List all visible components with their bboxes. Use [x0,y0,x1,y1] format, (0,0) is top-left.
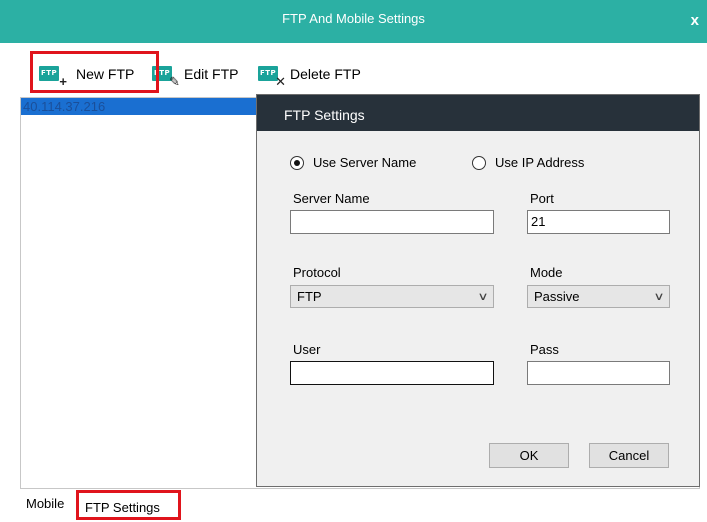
close-icon[interactable]: x [691,12,699,29]
ftp-settings-title: FTP Settings [257,95,699,131]
use-ip-address-label: Use IP Address [495,155,585,170]
protocol-value: FTP [297,289,322,304]
use-server-name-label: Use Server Name [313,155,417,170]
new-ftp-label: New FTP [76,66,135,82]
ftp-settings-panel: FTP Settings Use Server Name Use IP Addr… [256,94,700,487]
ftp-edit-icon: FTP ✎ [152,64,180,88]
title-bar: FTP And Mobile Settings x [0,0,707,43]
port-input[interactable]: 21 [527,210,670,234]
server-name-input[interactable] [290,210,494,234]
edit-ftp-button[interactable]: FTP ✎ Edit FTP [152,61,239,88]
protocol-select[interactable]: FTP ∨ [290,285,494,308]
cancel-button[interactable]: Cancel [589,443,669,468]
ftp-delete-icon: FTP ✕ [258,64,286,88]
delete-ftp-label: Delete FTP [290,66,361,82]
edit-ftp-label: Edit FTP [184,66,239,82]
mode-select[interactable]: Passive ∨ [527,285,670,308]
tab-mobile[interactable]: Mobile [26,496,64,511]
radio-unselected-icon [472,155,486,170]
user-label: User [293,342,321,357]
tab-ftp-settings[interactable]: FTP Settings [85,500,160,515]
pass-input[interactable] [527,361,670,385]
ok-button[interactable]: OK [489,443,569,468]
radio-selected-icon [290,155,304,170]
port-label: Port [530,191,554,206]
window-title: FTP And Mobile Settings [282,11,425,26]
new-ftp-button[interactable]: FTP + New FTP [39,61,135,88]
list-item[interactable]: 40.114.37.216 [21,98,261,115]
chevron-down-icon: ∨ [653,291,665,303]
use-ip-address-radio[interactable]: Use IP Address [472,155,584,170]
ftp-new-icon: FTP + [39,64,67,88]
pass-label: Pass [530,342,559,357]
delete-ftp-button[interactable]: FTP ✕ Delete FTP [258,61,361,88]
protocol-label: Protocol [293,265,341,280]
chevron-down-icon: ∨ [477,291,489,303]
mode-value: Passive [534,289,580,304]
user-input[interactable] [290,361,494,385]
use-server-name-radio[interactable]: Use Server Name [290,155,416,170]
mode-label: Mode [530,265,563,280]
server-name-label: Server Name [293,191,370,206]
